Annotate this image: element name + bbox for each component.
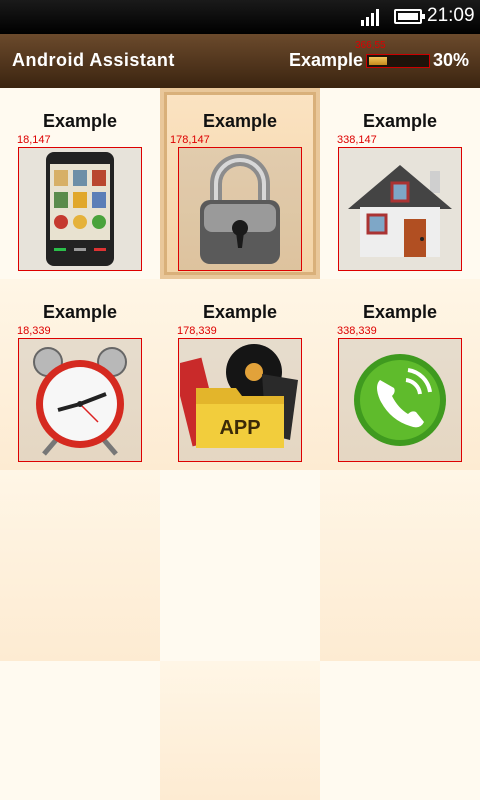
progress-bar-fill: [369, 57, 387, 65]
progress-bar: [366, 54, 430, 68]
app-folder-icon[interactable]: APP: [178, 338, 302, 462]
grid-item-alarm-clock[interactable]: Example 18,339: [0, 279, 160, 470]
grid-item-coordinate: 178,339: [177, 325, 217, 337]
grid-item-phone-call[interactable]: Example 338,339: [320, 279, 480, 470]
grid-item-label: Example: [362, 111, 438, 131]
grid-item-coordinate: 338,147: [337, 134, 377, 146]
grid-cell-empty: [320, 661, 480, 800]
house-icon[interactable]: [338, 147, 462, 271]
grid-cell-empty: [0, 661, 160, 800]
grid-item-label: Example: [42, 111, 118, 131]
progress-percent: 30%: [433, 50, 470, 70]
grid-item-phone[interactable]: Example 18,147: [0, 88, 160, 279]
clock: 21:09: [427, 5, 475, 26]
grid-cell-empty: [0, 470, 160, 661]
alarm-clock-icon[interactable]: [18, 338, 142, 462]
title-example-label: Example: [289, 50, 364, 70]
svg-text:APP: APP: [219, 417, 260, 439]
grid-cell-empty: [160, 470, 320, 661]
status-bar: 21:09: [0, 0, 480, 34]
grid-item-label: Example: [42, 302, 118, 322]
battery-icon: [394, 9, 425, 24]
grid-item-app-folder[interactable]: Example 178,339 APP: [160, 279, 320, 470]
lock-icon[interactable]: [178, 147, 302, 271]
progress-coordinate-readout: 366,55: [355, 40, 386, 51]
grid-item-house[interactable]: Example 338,147: [320, 88, 480, 279]
title-bar: Android Assistant Example 366,55 30%: [0, 34, 480, 88]
grid-item-label: Example: [202, 302, 278, 322]
grid-item-coordinate: 178,147: [170, 134, 210, 146]
grid-item-lock[interactable]: Example 178,147: [160, 88, 320, 279]
signal-icon: [361, 9, 379, 26]
grid-item-coordinate: 18,339: [17, 325, 51, 337]
grid-cell-empty: [160, 661, 320, 800]
grid-item-coordinate: 338,339: [337, 325, 377, 337]
grid-item-label: Example: [202, 111, 278, 131]
phone-icon[interactable]: [18, 147, 142, 271]
grid-item-coordinate: 18,147: [17, 134, 51, 146]
grid-cell-empty: [320, 470, 480, 661]
grid-item-label: Example: [362, 302, 438, 322]
app-title: Android Assistant: [12, 50, 175, 70]
phone-call-icon[interactable]: [338, 338, 462, 462]
